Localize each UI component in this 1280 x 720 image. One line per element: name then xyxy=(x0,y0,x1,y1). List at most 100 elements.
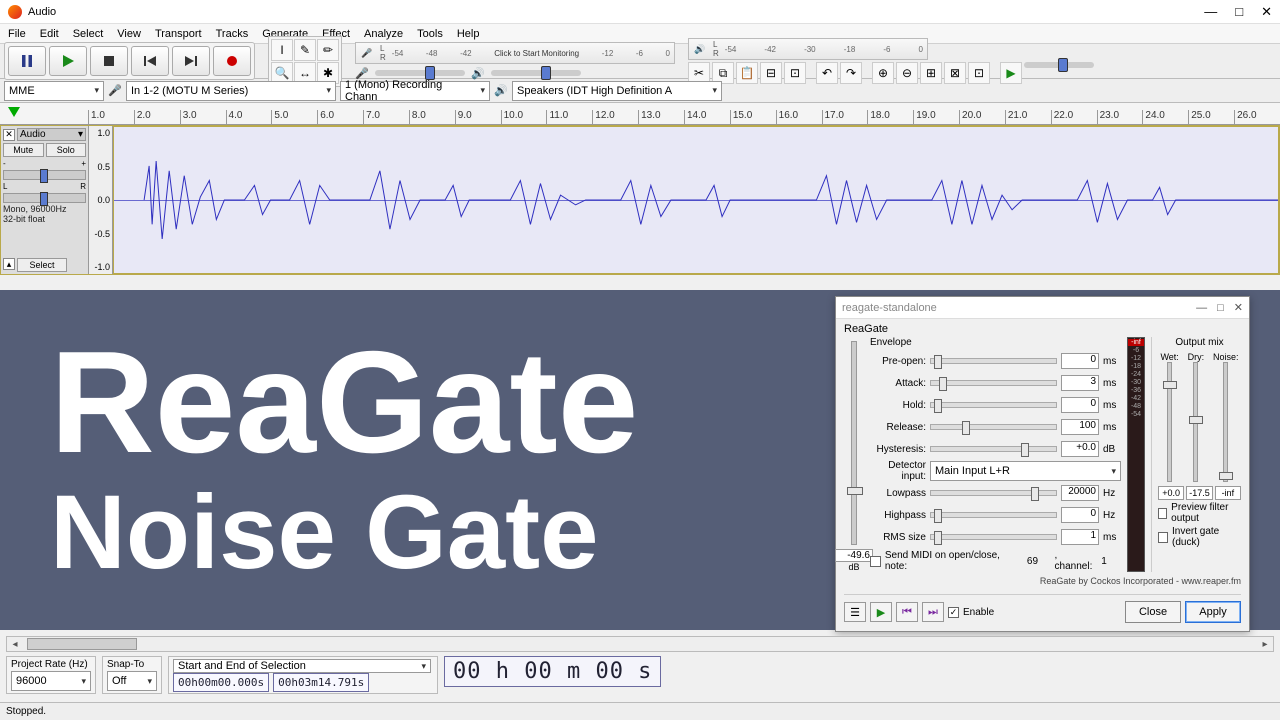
horizontal-scrollbar[interactable]: ◂ ▸ xyxy=(6,636,1274,652)
pan-slider[interactable] xyxy=(3,193,86,203)
lowpass-value[interactable]: 20000 xyxy=(1061,485,1099,501)
hold-value[interactable]: 0 xyxy=(1061,397,1099,413)
audio-host-select[interactable]: MME xyxy=(4,81,104,101)
track-close-icon[interactable]: ✕ xyxy=(3,129,15,141)
envelope-tool-icon[interactable]: ✎ xyxy=(294,39,316,61)
playhead-marker-icon[interactable] xyxy=(8,107,20,117)
wet-slider[interactable] xyxy=(1167,362,1172,482)
dialog-minimize-icon[interactable]: — xyxy=(1196,302,1207,314)
recording-volume-slider[interactable] xyxy=(375,70,465,76)
silence-icon[interactable]: ⊡ xyxy=(784,62,806,84)
preview-filter-checkbox[interactable] xyxy=(1158,508,1167,519)
hysteresis-value[interactable]: +0.0 xyxy=(1061,441,1099,457)
threshold-value[interactable]: -49.6 xyxy=(835,549,873,562)
wet-value[interactable]: +0.0 xyxy=(1158,486,1184,500)
attack-slider[interactable] xyxy=(930,380,1057,386)
mute-button[interactable]: Mute xyxy=(3,143,44,157)
solo-button[interactable]: Solo xyxy=(46,143,87,157)
apply-button[interactable]: Apply xyxy=(1185,601,1241,623)
playback-volume-slider[interactable] xyxy=(491,70,581,76)
skip-end-button[interactable] xyxy=(172,46,210,76)
selection-mode-select[interactable]: Start and End of Selection xyxy=(173,659,431,673)
midi-channel-value[interactable]: 1 xyxy=(1101,556,1121,567)
hysteresis-slider[interactable] xyxy=(930,446,1057,452)
send-midi-checkbox[interactable] xyxy=(870,556,881,567)
dialog-titlebar[interactable]: reagate-standalone — □ ✕ xyxy=(836,297,1249,319)
rms-value[interactable]: 1 xyxy=(1061,529,1099,545)
preset-menu-icon[interactable]: ☰ xyxy=(844,602,866,622)
dry-slider[interactable] xyxy=(1193,362,1198,482)
menu-file[interactable]: File xyxy=(8,28,26,40)
preopen-slider[interactable] xyxy=(930,358,1057,364)
scroll-right-icon[interactable]: ▸ xyxy=(1257,639,1273,650)
recording-meter[interactable]: 🎤 LR -54-48-42 Click to Start Monitoring… xyxy=(355,42,675,64)
draw-tool-icon[interactable]: ✏ xyxy=(317,39,339,61)
zoom-toggle-icon[interactable]: ⊡ xyxy=(968,62,990,84)
menu-tracks[interactable]: Tracks xyxy=(216,28,249,40)
rms-slider[interactable] xyxy=(930,534,1057,540)
audio-position-display[interactable]: 00 h 00 m 00 s xyxy=(444,656,661,687)
pause-button[interactable] xyxy=(8,46,46,76)
fit-project-icon[interactable]: ⊠ xyxy=(944,62,966,84)
scroll-left-icon[interactable]: ◂ xyxy=(7,639,23,650)
recording-device-select[interactable]: In 1-2 (MOTU M Series) xyxy=(126,81,336,101)
release-slider[interactable] xyxy=(930,424,1057,430)
track-control-panel[interactable]: ✕ Audio▾ Mute Solo -+ LR Mono, 96000Hz32… xyxy=(1,126,89,274)
stop-button[interactable] xyxy=(90,46,128,76)
project-rate-select[interactable]: 96000 xyxy=(11,671,91,691)
menu-view[interactable]: View xyxy=(117,28,141,40)
timeline-ruler[interactable]: 1.02.03.0 4.05.06.0 7.08.09.0 10.011.012… xyxy=(0,103,1280,125)
selection-start-field[interactable]: 00h00m00.000s xyxy=(173,673,269,692)
zoom-in-icon[interactable]: ⊕ xyxy=(872,62,894,84)
preopen-value[interactable]: 0 xyxy=(1061,353,1099,369)
highpass-value[interactable]: 0 xyxy=(1061,507,1099,523)
enable-checkbox[interactable]: ✓ xyxy=(948,607,959,618)
lowpass-slider[interactable] xyxy=(930,490,1057,496)
maximize-icon[interactable]: □ xyxy=(1235,4,1243,20)
playback-meter[interactable]: 🔊 LR -54-42-30 -18-60 xyxy=(688,38,928,60)
highpass-slider[interactable] xyxy=(930,512,1057,518)
dialog-maximize-icon[interactable]: □ xyxy=(1217,302,1224,314)
snap-to-select[interactable]: Off xyxy=(107,671,157,691)
menu-select[interactable]: Select xyxy=(73,28,104,40)
menu-transport[interactable]: Transport xyxy=(155,28,202,40)
undo-icon[interactable]: ↶ xyxy=(816,62,838,84)
track-select-button[interactable]: Select xyxy=(17,258,67,272)
paste-icon[interactable]: 📋 xyxy=(736,62,758,84)
menu-analyze[interactable]: Analyze xyxy=(364,28,403,40)
dialog-close-icon[interactable]: ✕ xyxy=(1234,301,1243,314)
playback-device-select[interactable]: Speakers (IDT High Definition A xyxy=(512,81,722,101)
noise-value[interactable]: -inf xyxy=(1215,486,1241,500)
redo-icon[interactable]: ↷ xyxy=(840,62,862,84)
gain-slider[interactable] xyxy=(3,170,86,180)
threshold-slider[interactable] xyxy=(851,341,857,545)
skip-start-button[interactable] xyxy=(131,46,169,76)
selection-tool-icon[interactable]: I xyxy=(271,39,293,61)
zoom-out-icon[interactable]: ⊖ xyxy=(896,62,918,84)
minimize-icon[interactable]: — xyxy=(1204,4,1217,20)
release-value[interactable]: 100 xyxy=(1061,419,1099,435)
menu-tools[interactable]: Tools xyxy=(417,28,443,40)
scroll-thumb[interactable] xyxy=(27,638,137,650)
waveform-canvas[interactable] xyxy=(113,126,1279,274)
trim-icon[interactable]: ⊟ xyxy=(760,62,782,84)
attack-value[interactable]: 3 xyxy=(1061,375,1099,391)
fit-selection-icon[interactable]: ⊞ xyxy=(920,62,942,84)
close-icon[interactable]: ✕ xyxy=(1261,4,1272,20)
playback-speed-slider[interactable] xyxy=(1024,62,1094,68)
track-name-dropdown[interactable]: Audio▾ xyxy=(17,128,86,141)
selection-end-field[interactable]: 00h03m14.791s xyxy=(273,673,369,692)
recording-channels-select[interactable]: 1 (Mono) Recording Chann xyxy=(340,81,490,101)
noise-slider[interactable] xyxy=(1223,362,1228,482)
menu-help[interactable]: Help xyxy=(457,28,480,40)
invert-gate-checkbox[interactable] xyxy=(1158,532,1168,543)
hold-slider[interactable] xyxy=(930,402,1057,408)
menu-edit[interactable]: Edit xyxy=(40,28,59,40)
preview-play-icon[interactable]: ▶ xyxy=(870,602,892,622)
skip-back-icon[interactable]: ⏮ xyxy=(896,602,918,622)
record-button[interactable] xyxy=(213,46,251,76)
track-collapse-icon[interactable]: ▴ xyxy=(3,258,15,270)
midi-note-value[interactable]: 69 xyxy=(1027,556,1051,567)
dry-value[interactable]: -17.5 xyxy=(1186,486,1212,500)
detector-input-select[interactable]: Main Input L+R xyxy=(930,461,1121,481)
